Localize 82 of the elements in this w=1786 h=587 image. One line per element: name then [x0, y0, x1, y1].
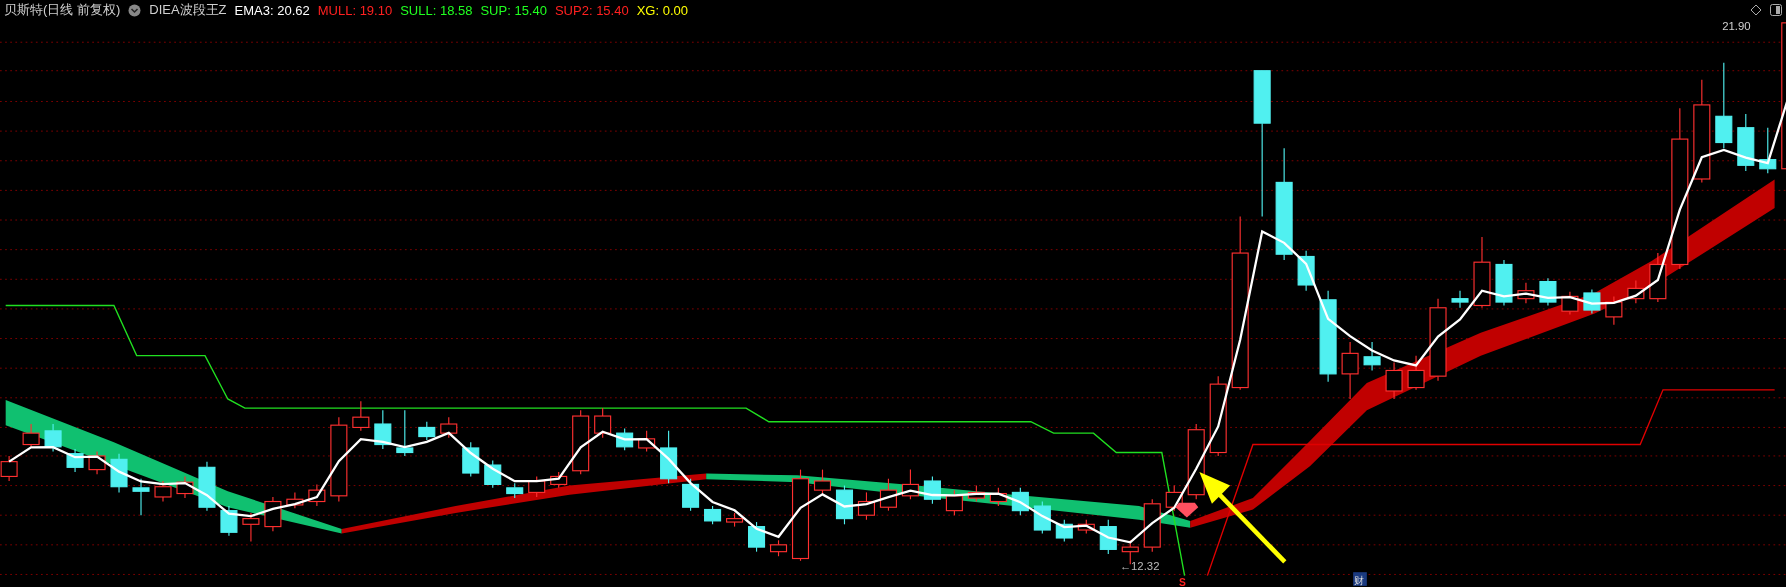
candlestick: [440, 416, 458, 439]
candlestick: [1539, 277, 1557, 307]
candlestick: [769, 539, 788, 557]
candlestick: [1561, 291, 1579, 316]
candlestick: [1055, 519, 1073, 542]
candlestick: [242, 512, 260, 542]
low-price-label: ←12.32: [1119, 559, 1160, 572]
indicator-value: SUP2: 15.40: [554, 2, 629, 18]
candlestick: [1385, 361, 1403, 400]
candlestick: [638, 430, 656, 452]
candlestick: [1737, 113, 1755, 172]
candlestick: [352, 400, 370, 432]
arrow-icon: [1199, 471, 1287, 564]
indicator-value: XG: 0.00: [636, 2, 688, 18]
candlestick: [418, 421, 436, 441]
candlestick: [967, 485, 985, 503]
candlestick: [176, 475, 194, 499]
candlestick: [506, 482, 524, 499]
window-icon[interactable]: [1770, 4, 1782, 16]
candlestick: [1495, 259, 1513, 307]
stock-name: 贝斯特(日线 前复权): [4, 1, 121, 19]
candlestick: [616, 428, 634, 451]
candlestick: [550, 471, 568, 489]
candlestick: [660, 430, 678, 484]
high-price-label: 21.90: [1722, 20, 1751, 32]
candlestick: [462, 441, 480, 477]
candlestick: [1143, 498, 1161, 553]
candlestick: [1011, 487, 1029, 516]
candlestick: [308, 483, 326, 507]
candlestick: [484, 459, 502, 489]
indicator-value: MULL: 19.10: [317, 2, 393, 18]
candlestick: [198, 461, 216, 512]
candlestick: [1759, 127, 1777, 174]
candlestick: [154, 480, 172, 503]
candlestick: [1099, 519, 1117, 555]
candlestick: [879, 478, 897, 512]
candlestick: [88, 450, 106, 475]
diamond-icon[interactable]: [1750, 4, 1762, 16]
candlestick: [66, 448, 84, 473]
candlestick: [1627, 279, 1645, 304]
candlestick: [264, 496, 282, 532]
candlestick: [1517, 282, 1535, 304]
candlestick: [989, 487, 1007, 507]
indicator-value: EMA3: 20.62: [234, 2, 310, 18]
indicator-name: DIEA波段王Z: [149, 1, 227, 19]
candlestick: [286, 491, 304, 509]
chevron-down-icon[interactable]: [128, 3, 142, 17]
signal-label: S: [1178, 576, 1186, 587]
candlestick: [1033, 500, 1051, 534]
finance-marker: 财: [1353, 572, 1367, 586]
candlestick: [44, 423, 62, 452]
candlestick: [923, 475, 941, 505]
candlestick: [748, 521, 766, 553]
candlestick: [22, 423, 40, 448]
candlestick: [1451, 290, 1469, 309]
gem-icon: [1175, 502, 1199, 518]
indicator-value: SUP: 15.40: [480, 2, 547, 18]
candlestick: [682, 478, 700, 512]
candlestick: [396, 409, 414, 457]
candlestick: [901, 469, 919, 500]
candlestick: [132, 478, 150, 516]
candlestick: [110, 453, 128, 493]
candlestick: [1649, 252, 1667, 303]
candlestick: [220, 505, 238, 537]
candlestick: [726, 512, 744, 528]
indicator-value: SULL: 18.58: [400, 2, 473, 18]
candlestick: [704, 505, 722, 525]
candlestick: [528, 475, 546, 498]
candlestick: [1077, 519, 1095, 534]
candlestick: [835, 485, 854, 525]
candlestick: [1407, 355, 1425, 391]
candlestick: [1605, 295, 1623, 326]
candlestick: [857, 491, 875, 521]
candlestick: [1363, 341, 1381, 372]
candlestick: [945, 489, 963, 516]
candlestick: [374, 409, 392, 450]
candlestick: [572, 409, 590, 475]
candlestick: [594, 407, 612, 439]
candlestick: [1341, 341, 1359, 400]
candlestick: [813, 469, 832, 496]
candlestick: [1583, 288, 1601, 315]
candlestick: [1297, 250, 1315, 292]
